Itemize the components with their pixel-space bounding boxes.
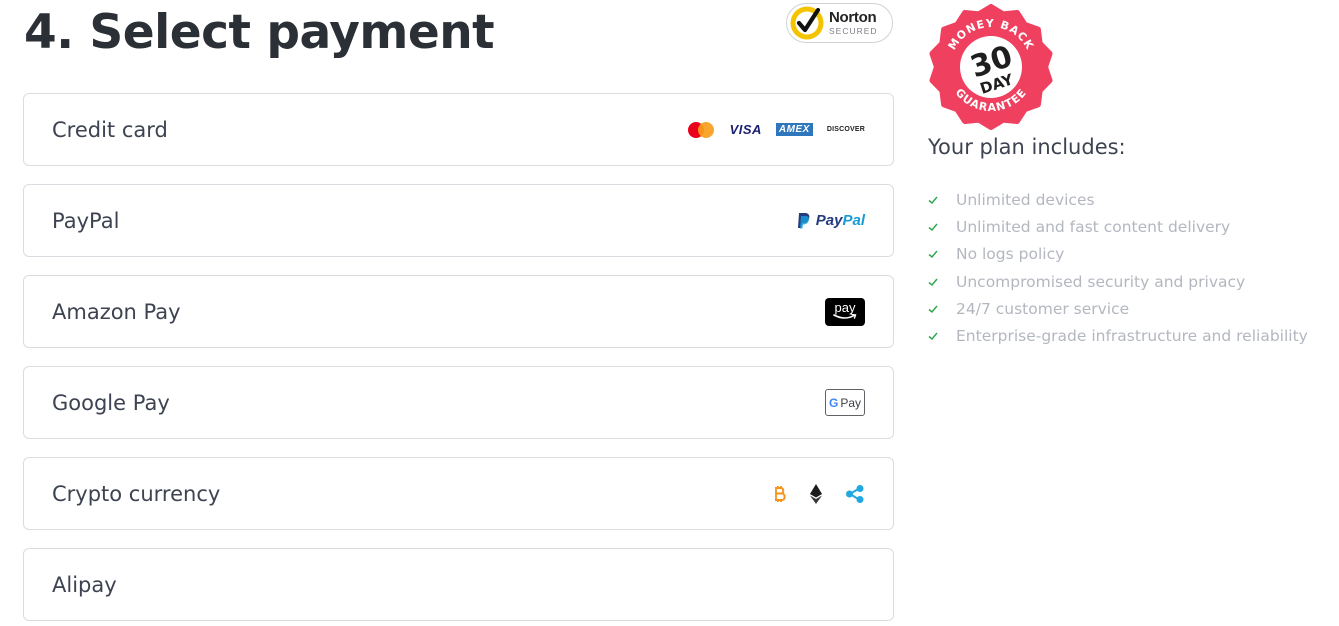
google-g-icon: G [828, 395, 839, 410]
plan-feature: Unlimited and fast content delivery [928, 213, 1308, 240]
money-back-guarantee-seal: MONEY BACK GUARANTEE 30 DAY [929, 4, 1053, 130]
check-icon [928, 196, 938, 204]
payment-option-alipay[interactable]: Alipay [23, 548, 894, 621]
amazon-pay-icon: pay [825, 297, 865, 326]
check-icon [928, 278, 938, 286]
plan-feature-text: Enterprise-grade infrastructure and reli… [956, 327, 1308, 346]
norton-secured-badge: Norton SECURED [786, 3, 893, 43]
bitcoin-icon [775, 485, 786, 502]
check-icon [928, 305, 938, 313]
plan-feature-text: Uncompromised security and privacy [956, 272, 1246, 291]
check-icon [928, 332, 938, 341]
payment-option-credit-card[interactable]: Credit card VISA AMEX DISCOVER [23, 93, 894, 166]
payment-option-label: Credit card [52, 117, 168, 142]
plan-feature-text: Unlimited and fast content delivery [956, 217, 1231, 236]
payment-option-label: Alipay [52, 572, 117, 597]
amex-icon: AMEX [775, 123, 813, 136]
page-title: 4. Select payment [24, 5, 495, 60]
check-icon [928, 250, 938, 259]
google-pay-icon: G Pay [825, 389, 865, 416]
plan-includes-title: Your plan includes: [928, 135, 1126, 159]
visa-icon: VISA [729, 122, 762, 137]
ethereum-icon [810, 483, 822, 504]
plan-feature: No logs policy [928, 241, 1308, 268]
payment-option-label: Crypto currency [52, 481, 221, 506]
check-icon [928, 223, 938, 231]
payment-option-paypal[interactable]: PayPal PayPal [23, 184, 894, 257]
payment-option-label: Google Pay [52, 390, 170, 415]
plan-feature: Unlimited devices [928, 186, 1308, 213]
plan-feature-text: Unlimited devices [956, 190, 1095, 209]
norton-brand: Norton [829, 9, 877, 27]
plan-feature-list: Unlimited devices Unlimited and fast con… [928, 186, 1308, 350]
paypal-p-icon [797, 213, 810, 229]
payment-option-label: Amazon Pay [52, 299, 181, 324]
discover-icon: DISCOVER [826, 126, 865, 133]
payment-option-crypto[interactable]: Crypto currency [23, 457, 894, 530]
plan-feature-text: 24/7 customer service [956, 299, 1130, 318]
paypal-pay-text: Pay [815, 212, 843, 229]
payment-option-label: PayPal [52, 208, 120, 233]
payment-option-google-pay[interactable]: Google Pay G Pay [23, 366, 894, 439]
ripple-icon [846, 484, 864, 503]
norton-secured-text: SECURED [829, 26, 878, 37]
payment-option-amazon-pay[interactable]: Amazon Pay pay [23, 275, 894, 348]
google-pay-text: Pay [840, 395, 862, 410]
amazon-smile-icon [833, 314, 857, 319]
plan-feature: Enterprise-grade infrastructure and reli… [928, 322, 1308, 349]
mastercard-icon [687, 121, 716, 138]
payment-method-list: Credit card VISA AMEX DISCOVER PayPal Pa… [23, 93, 894, 626]
paypal-pal-text: Pal [842, 212, 865, 229]
amazon-pay-mark: pay [834, 300, 856, 315]
plan-feature: 24/7 customer service [928, 295, 1308, 322]
plan-feature: Uncompromised security and privacy [928, 268, 1308, 295]
plan-feature-text: No logs policy [956, 245, 1065, 264]
paypal-icon: PayPal [797, 212, 865, 229]
norton-check-icon [790, 6, 824, 40]
